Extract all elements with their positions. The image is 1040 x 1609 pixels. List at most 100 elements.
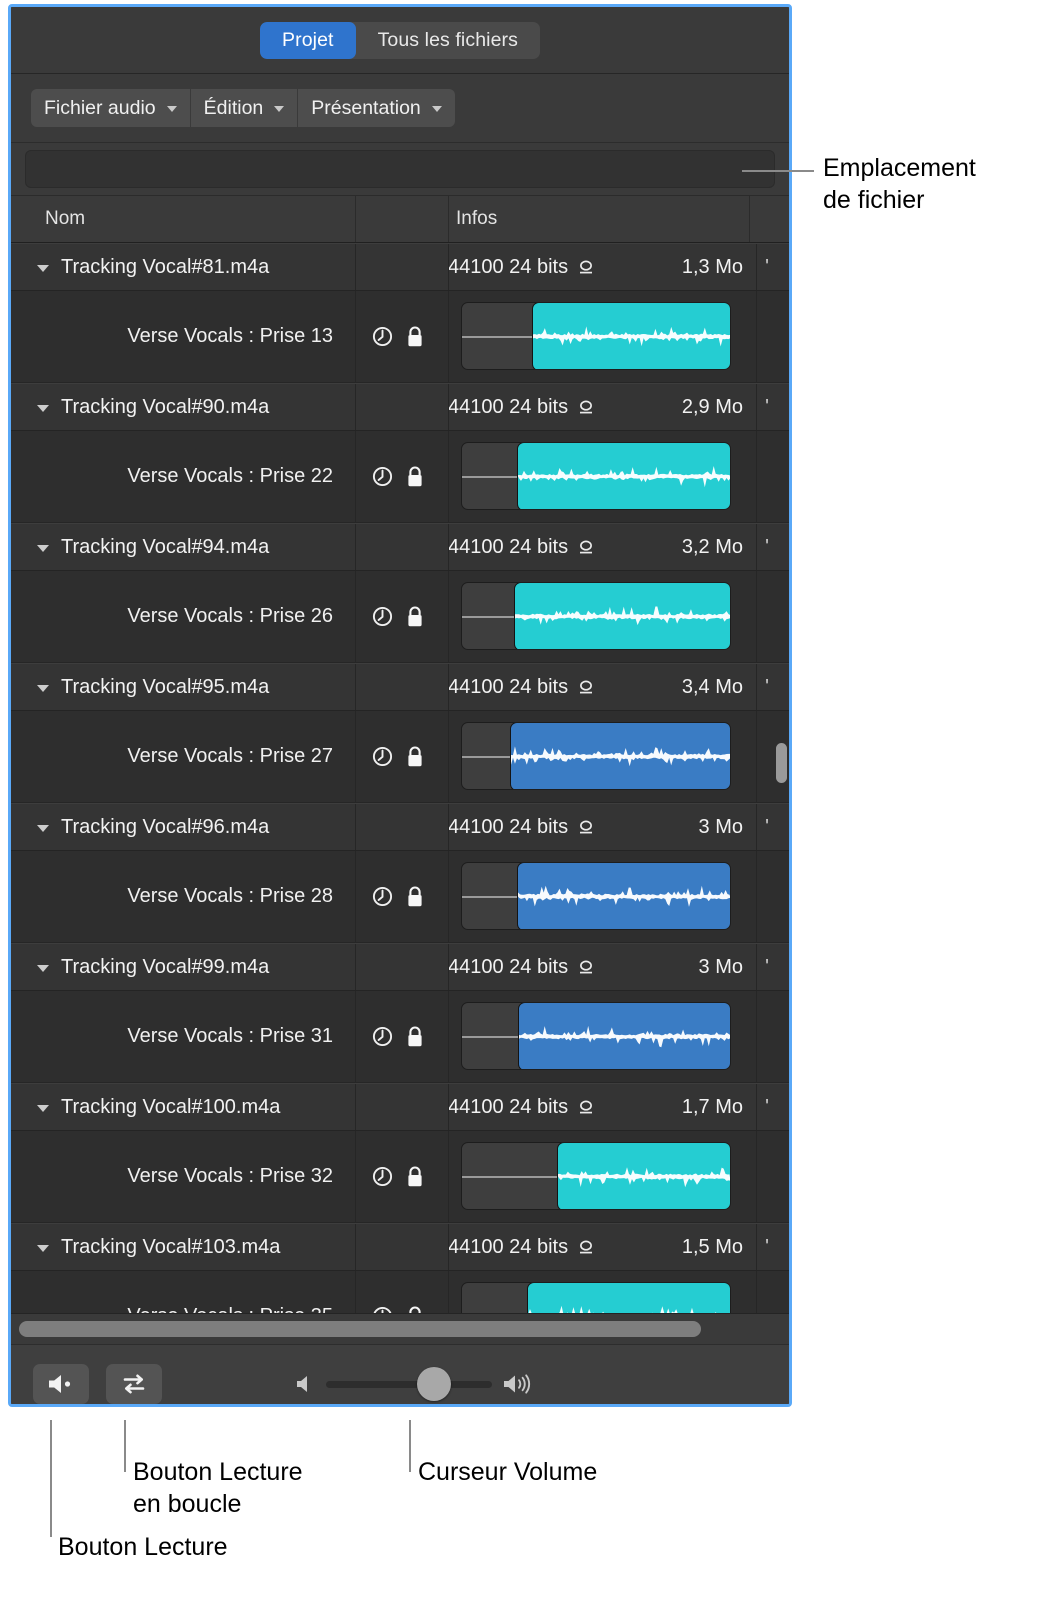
lock-icon[interactable] xyxy=(405,1025,425,1049)
disclosure-triangle-icon[interactable] xyxy=(37,825,49,832)
disclosure-triangle-icon[interactable] xyxy=(37,1245,49,1252)
audio-region-clip[interactable] xyxy=(510,723,730,789)
disclosure-triangle-icon[interactable] xyxy=(37,545,49,552)
disclosure-triangle-icon[interactable] xyxy=(37,965,49,972)
take-row[interactable]: Verse Vocals : Prise 35 xyxy=(11,1271,789,1313)
file-group-row[interactable]: Tracking Vocal#94.m4a 44100 24 bits 3,2 Mo… xyxy=(11,523,789,571)
audio-region-container[interactable] xyxy=(461,722,731,790)
audio-region-container[interactable] xyxy=(461,442,731,510)
disclosure-triangle-icon[interactable] xyxy=(37,405,49,412)
menu-edition[interactable]: Édition xyxy=(191,89,299,127)
file-size: 1,7 Mo xyxy=(681,1095,743,1118)
audio-region-container[interactable] xyxy=(461,1142,731,1210)
vertical-scrollbar-thumb[interactable] xyxy=(776,743,787,783)
callout-file-location: Emplacement de fichier xyxy=(823,153,1033,216)
lock-icon[interactable] xyxy=(405,1305,425,1314)
lock-icon[interactable] xyxy=(405,745,425,769)
clock-icon[interactable] xyxy=(371,325,394,348)
file-group-row[interactable]: Tracking Vocal#95.m4a 44100 24 bits 3,4 Mo… xyxy=(11,663,789,711)
row-overflow-marker: ' xyxy=(765,1235,769,1258)
file-group-row[interactable]: Tracking Vocal#99.m4a 44100 24 bits 3 Mo ' xyxy=(11,943,789,991)
audio-region-container[interactable] xyxy=(461,1282,731,1313)
horizontal-scrollbar-thumb[interactable] xyxy=(19,1321,701,1337)
waveform-cell[interactable] xyxy=(461,582,731,650)
take-row[interactable]: Verse Vocals : Prise 27 xyxy=(11,711,789,803)
audio-region-clip[interactable] xyxy=(517,863,730,929)
waveform-cell[interactable] xyxy=(461,862,731,930)
file-size: 2,9 Mo xyxy=(681,395,743,418)
audio-region-container[interactable] xyxy=(461,582,731,650)
volume-slider[interactable] xyxy=(326,1367,492,1401)
waveform-cell[interactable] xyxy=(461,302,731,370)
file-location-field[interactable] xyxy=(25,150,775,188)
audio-region-container[interactable] xyxy=(461,302,731,370)
clock-icon[interactable] xyxy=(371,605,394,628)
lock-icon[interactable] xyxy=(405,885,425,909)
file-name: Tracking Vocal#99.m4a xyxy=(61,955,270,978)
column-header-row: Nom Infos xyxy=(11,195,789,243)
menu-fichier-audio[interactable]: Fichier audio xyxy=(31,89,191,127)
play-button[interactable] xyxy=(33,1364,89,1404)
clock-icon[interactable] xyxy=(371,1305,394,1313)
volume-slider-knob[interactable] xyxy=(417,1367,451,1401)
waveform-cell[interactable] xyxy=(461,722,731,790)
disclosure-triangle-icon[interactable] xyxy=(37,1105,49,1112)
take-row[interactable]: Verse Vocals : Prise 13 xyxy=(11,291,789,383)
chevron-down-icon xyxy=(274,106,285,112)
clock-icon[interactable] xyxy=(371,465,394,488)
take-row[interactable]: Verse Vocals : Prise 32 xyxy=(11,1131,789,1223)
column-header-infos[interactable]: Infos xyxy=(449,196,749,242)
lock-icon[interactable] xyxy=(405,325,425,349)
waveform-cell[interactable] xyxy=(461,442,731,510)
waveform-cell[interactable] xyxy=(461,1002,731,1070)
take-row[interactable]: Verse Vocals : Prise 26 xyxy=(11,571,789,663)
audio-region-container[interactable] xyxy=(461,1002,731,1070)
horizontal-scrollbar[interactable] xyxy=(11,1313,789,1344)
take-row[interactable]: Verse Vocals : Prise 31 xyxy=(11,991,789,1083)
column-divider xyxy=(756,524,757,570)
column-divider xyxy=(355,1084,356,1130)
clock-icon[interactable] xyxy=(371,1165,394,1188)
file-group-row[interactable]: Tracking Vocal#81.m4a 44100 24 bits 1,3 Mo… xyxy=(11,243,789,291)
lock-icon[interactable] xyxy=(405,1165,425,1189)
audio-region-clip[interactable] xyxy=(517,443,730,509)
clock-icon[interactable] xyxy=(371,885,394,908)
lock-icon[interactable] xyxy=(405,465,425,489)
tab-projet[interactable]: Projet xyxy=(260,21,356,59)
clock-icon[interactable] xyxy=(371,745,394,768)
audio-file-list[interactable]: Tracking Vocal#81.m4a 44100 24 bits 1,3 Mo… xyxy=(11,243,789,1313)
column-divider xyxy=(756,1084,757,1130)
waveform-cell[interactable] xyxy=(461,1282,731,1313)
tab-tous-les-fichiers[interactable]: Tous les fichiers xyxy=(356,22,540,59)
audio-region-clip[interactable] xyxy=(527,1283,730,1313)
column-divider xyxy=(355,431,356,522)
audio-region-container[interactable] xyxy=(461,862,731,930)
disclosure-triangle-icon[interactable] xyxy=(37,265,49,272)
file-name: Tracking Vocal#81.m4a xyxy=(61,255,270,278)
clock-icon[interactable] xyxy=(371,1025,394,1048)
column-divider xyxy=(448,944,449,990)
column-header-flags xyxy=(356,196,448,242)
take-name: Verse Vocals : Prise 28 xyxy=(127,885,333,907)
waveform-cell[interactable] xyxy=(461,1142,731,1210)
audio-region-clip[interactable] xyxy=(518,1003,730,1069)
file-info-text: 44100 24 bits xyxy=(448,1235,569,1258)
disclosure-triangle-icon[interactable] xyxy=(37,685,49,692)
file-group-row[interactable]: Tracking Vocal#90.m4a 44100 24 bits 2,9 Mo… xyxy=(11,383,789,431)
column-header-nom[interactable]: Nom xyxy=(11,196,355,242)
audio-region-clip[interactable] xyxy=(557,1143,730,1209)
loop-play-button[interactable] xyxy=(106,1364,162,1404)
file-group-row[interactable]: Tracking Vocal#100.m4a 44100 24 bits 1,7 M… xyxy=(11,1083,789,1131)
mono-icon xyxy=(580,820,593,834)
column-divider xyxy=(756,291,757,382)
take-row[interactable]: Verse Vocals : Prise 22 xyxy=(11,431,789,523)
callout-leader-loop-button xyxy=(124,1420,126,1472)
menu-presentation[interactable]: Présentation xyxy=(298,89,455,127)
column-divider xyxy=(448,1131,449,1222)
take-row[interactable]: Verse Vocals : Prise 28 xyxy=(11,851,789,943)
audio-region-clip[interactable] xyxy=(532,303,730,369)
audio-region-clip[interactable] xyxy=(514,583,730,649)
file-group-row[interactable]: Tracking Vocal#96.m4a 44100 24 bits 3 Mo ' xyxy=(11,803,789,851)
file-group-row[interactable]: Tracking Vocal#103.m4a 44100 24 bits 1,5 M… xyxy=(11,1223,789,1271)
lock-icon[interactable] xyxy=(405,605,425,629)
